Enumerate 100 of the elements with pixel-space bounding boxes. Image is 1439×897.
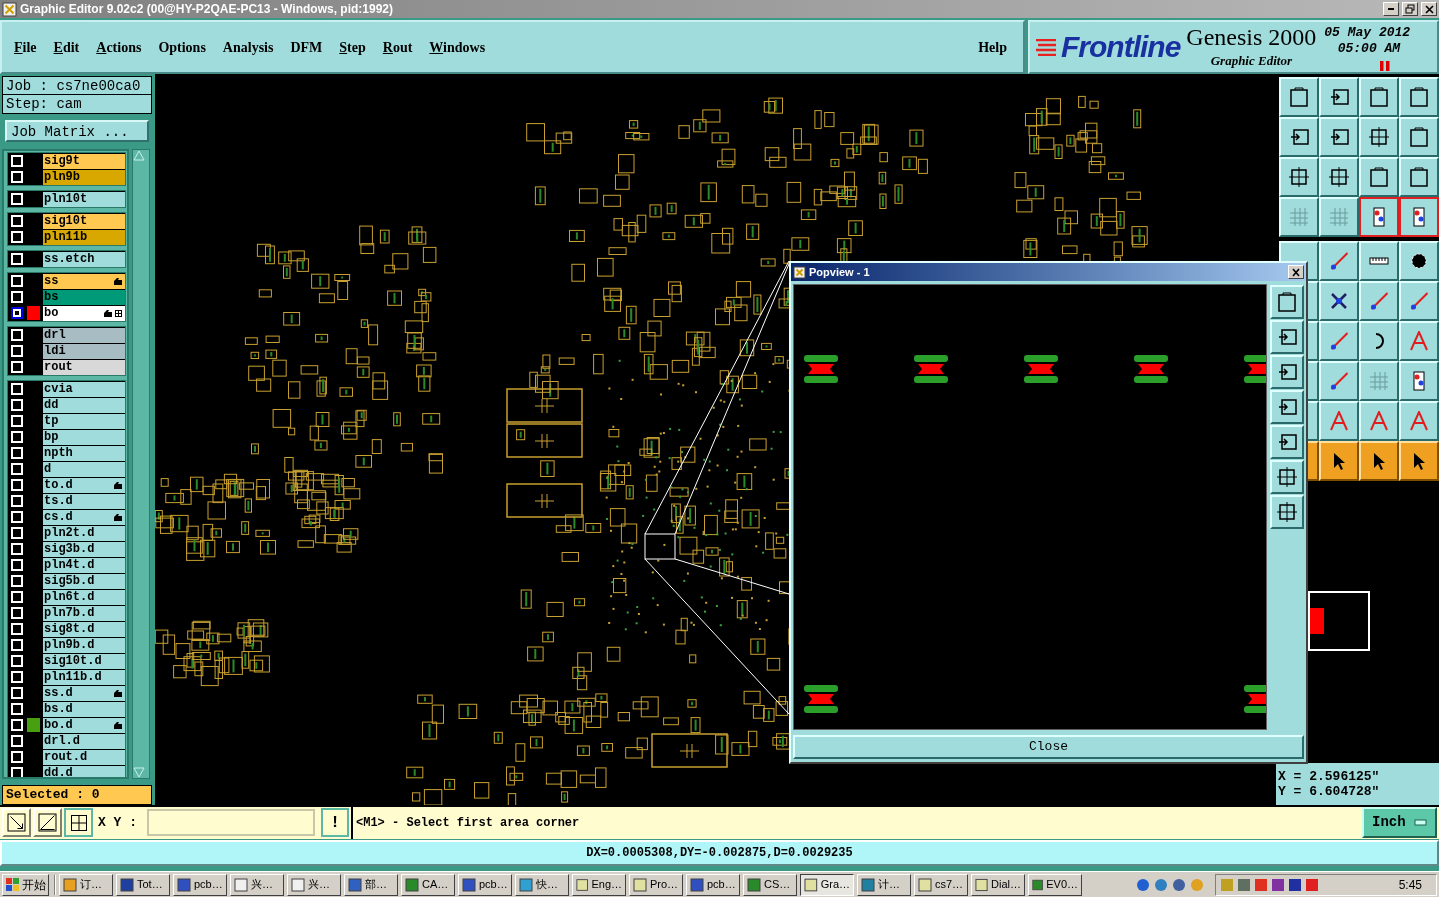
layer-item[interactable]: pln9b: [43, 169, 125, 185]
start-button[interactable]: 开始: [2, 873, 49, 896]
layer-item[interactable]: pln11b.d: [43, 669, 125, 685]
taskbar-item[interactable]: EV0…: [1028, 873, 1082, 896]
window-icon: [804, 877, 818, 892]
units-button[interactable]: Inch: [1362, 807, 1437, 839]
taskbar-item[interactable]: 兴…: [287, 873, 341, 896]
taskbar-label: EV0…: [1046, 877, 1078, 893]
diagonal-line-icon: [1409, 291, 1429, 311]
layer-item[interactable]: sig3b.d: [43, 541, 125, 557]
layer-item[interactable]: ss.d: [43, 685, 125, 701]
dropdown-icon: [1414, 819, 1427, 827]
taskbar-item[interactable]: Eng…: [572, 873, 626, 896]
close-button[interactable]: Close: [793, 735, 1304, 760]
coordinate-field[interactable]: [147, 809, 315, 837]
taskbar-item[interactable]: 计…: [857, 873, 911, 896]
menu-item[interactable]: Analysis: [222, 36, 274, 58]
taskbar-item[interactable]: pcb…: [173, 873, 227, 896]
layer-item[interactable]: sig10t.d: [43, 653, 125, 669]
measure-icon: [38, 813, 57, 833]
layer-item[interactable]: sig9t: [43, 153, 125, 169]
layer-item[interactable]: ts.d: [43, 493, 125, 509]
taskbar-item[interactable]: 部…: [344, 873, 398, 896]
taskbar-item[interactable]: Gra…: [800, 873, 854, 896]
layer-item[interactable]: drl.d: [43, 733, 125, 749]
taskbar-item[interactable]: pcb…: [458, 873, 512, 896]
taskbar-item[interactable]: CA…: [401, 873, 455, 896]
tray-icon: [1305, 877, 1319, 892]
layer-item[interactable]: pln4t.d: [43, 557, 125, 573]
layer-item[interactable]: bs: [43, 289, 125, 305]
layer-item[interactable]: rout.d: [43, 749, 125, 765]
close-button[interactable]: [1288, 265, 1304, 280]
layer-item[interactable]: to.d: [43, 477, 125, 493]
taskbar-label: 部…: [365, 877, 387, 893]
layer-item[interactable]: cs.d: [43, 509, 125, 525]
layer-item[interactable]: cvia: [43, 381, 125, 397]
menu-item[interactable]: Step: [339, 36, 366, 58]
menu-item[interactable]: Rout: [382, 36, 413, 58]
x-coordinate: X = 2.596125": [1278, 769, 1381, 785]
taskbar-label: pcb…: [707, 877, 736, 893]
menu-item[interactable]: DFM: [290, 36, 323, 58]
layer-item[interactable]: sig10t: [43, 213, 125, 229]
layer-item[interactable]: pln2t.d: [43, 525, 125, 541]
restore-button[interactable]: [1402, 2, 1418, 16]
layer-item[interactable]: bo.d: [43, 717, 125, 733]
minimize-button[interactable]: [1383, 2, 1399, 16]
tool-button[interactable]: [1359, 197, 1399, 238]
taskbar-item[interactable]: 订…: [59, 873, 113, 896]
menu-item[interactable]: Actions: [96, 36, 142, 58]
diagonal-line-icon: [1329, 251, 1349, 271]
taskbar-item[interactable]: Dial…: [971, 873, 1025, 896]
tool-button[interactable]: [64, 808, 93, 838]
tool-button[interactable]: [1399, 197, 1439, 238]
layer-item[interactable]: ss: [43, 273, 125, 289]
layer-item[interactable]: ldi: [43, 343, 125, 359]
taskbar-item[interactable]: Tot…: [116, 873, 170, 896]
layer-item[interactable]: bs.d: [43, 701, 125, 717]
layer-item[interactable]: bo: [43, 305, 125, 321]
layer-item[interactable]: d: [43, 461, 125, 477]
layer-item[interactable]: pln10t: [43, 191, 125, 207]
layer-item[interactable]: drl: [43, 327, 125, 343]
layer-item[interactable]: ss.etch: [43, 251, 125, 267]
layer-item[interactable]: sig8t.d: [43, 621, 125, 637]
layer-item[interactable]: pln7b.d: [43, 605, 125, 621]
layer-item[interactable]: dd.d: [43, 765, 125, 778]
layer-item[interactable]: bp: [43, 429, 125, 445]
window-icon: [405, 877, 419, 892]
layer-item[interactable]: dd: [43, 397, 125, 413]
confirm-button[interactable]: !: [321, 808, 349, 838]
logo: Frontline: [1061, 32, 1181, 63]
logo-icon: [1035, 38, 1057, 56]
prompt-message: <M1> - Select first area corner: [356, 814, 580, 832]
job-matrix-button[interactable]: Job Matrix ...: [5, 120, 149, 143]
menu-item[interactable]: Options: [158, 36, 206, 58]
layer-item[interactable]: tp: [43, 413, 125, 429]
scrollbar[interactable]: [132, 149, 150, 780]
layer-item[interactable]: pln9b.d: [43, 637, 125, 653]
taskbar-item[interactable]: cs7…: [914, 873, 968, 896]
job-name: Job : cs7ne00ca0: [3, 77, 151, 96]
layer-item[interactable]: pln11b: [43, 229, 125, 245]
layer-item[interactable]: npth: [43, 445, 125, 461]
taskbar-item[interactable]: 快…: [515, 873, 569, 896]
taskbar-item[interactable]: 兴…: [230, 873, 284, 896]
taskbar-item[interactable]: pcb…: [686, 873, 740, 896]
selection-count: Selected : 0: [2, 785, 152, 806]
menu-item[interactable]: File: [14, 36, 37, 58]
frame-icon: [1278, 292, 1296, 313]
layer-item[interactable]: rout: [43, 359, 125, 375]
menu-item[interactable]: Edit: [53, 36, 80, 58]
layer-item[interactable]: sig5b.d: [43, 573, 125, 589]
window-icon: [120, 877, 134, 892]
window-icon: [1032, 877, 1044, 892]
menu-item[interactable]: Help: [978, 36, 1007, 58]
layer-checkbox[interactable]: [11, 307, 23, 320]
menu-item[interactable]: Windows: [429, 36, 486, 58]
layer-item[interactable]: pln6t.d: [43, 589, 125, 605]
taskbar-item[interactable]: Pro…: [629, 873, 683, 896]
taskbar-item[interactable]: CS…: [743, 873, 797, 896]
cursor-icon: [1372, 451, 1386, 471]
close-button[interactable]: [1421, 2, 1437, 16]
